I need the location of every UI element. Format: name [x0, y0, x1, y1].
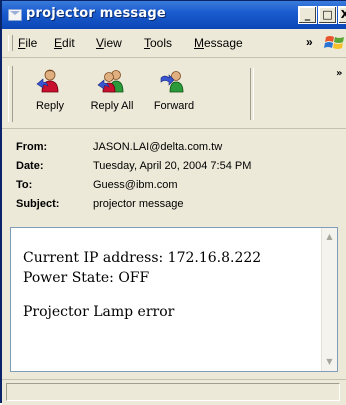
- menu-tools[interactable]: Tools: [144, 36, 172, 50]
- to-value[interactable]: Guess@ibm.com: [93, 179, 178, 191]
- scroll-down-arrow-icon[interactable]: ▼: [324, 355, 335, 369]
- date-label: Date:: [16, 160, 44, 172]
- menu-bar: File Edit View Tools Message »: [2, 29, 346, 58]
- forward-button[interactable]: Forward: [144, 68, 204, 124]
- body-line-ip: Current IP address: 172.16.8.222: [23, 250, 262, 266]
- status-bar: [2, 379, 346, 405]
- menu-file[interactable]: File: [18, 36, 37, 50]
- message-body[interactable]: Current IP address: 172.16.8.222 Power S…: [10, 227, 338, 372]
- toolbar-overflow-chevron[interactable]: »: [336, 68, 342, 79]
- body-line-power: Power State: OFF: [23, 270, 150, 286]
- title-bar[interactable]: projector message _ □ X: [2, 1, 346, 29]
- status-field: [6, 383, 340, 401]
- menu-edit[interactable]: Edit: [54, 36, 75, 50]
- menu-view[interactable]: View: [96, 36, 122, 50]
- subject-value: projector message: [93, 198, 184, 210]
- body-line-lamp: Projector Lamp error: [23, 304, 175, 320]
- forward-icon: [160, 71, 184, 93]
- toolbar-separator: [250, 68, 254, 120]
- date-value: Tuesday, April 20, 2004 7:54 PM: [93, 160, 252, 172]
- message-header: From: JASON.LAI@delta.com.tw Date: Tuesd…: [2, 129, 346, 221]
- message-window: projector message _ □ X File Edit View T…: [0, 0, 346, 405]
- menu-message[interactable]: Message: [194, 36, 243, 50]
- from-value[interactable]: JASON.LAI@delta.com.tw: [93, 141, 222, 153]
- envelope-icon: [8, 9, 22, 21]
- reply-all-icon: [97, 70, 124, 93]
- reply-all-button[interactable]: Reply All: [82, 68, 142, 124]
- menu-overflow-chevron[interactable]: »: [306, 35, 313, 49]
- to-label: To:: [16, 179, 33, 191]
- subject-label: Subject:: [16, 198, 60, 210]
- forward-label: Forward: [153, 100, 195, 112]
- toolbar-grip[interactable]: [8, 66, 13, 122]
- reply-button[interactable]: Reply: [20, 68, 80, 124]
- reply-label: Reply: [35, 100, 65, 112]
- scroll-up-arrow-icon[interactable]: ▲: [324, 230, 335, 244]
- minimize-button[interactable]: _: [298, 6, 317, 24]
- windows-logo-icon: [324, 36, 344, 49]
- maximize-button[interactable]: □: [318, 6, 337, 24]
- from-label: From:: [16, 141, 48, 153]
- close-button[interactable]: X: [338, 6, 346, 24]
- window-title: projector message: [26, 6, 166, 21]
- menu-grip[interactable]: [8, 35, 13, 51]
- toolbar: Reply Reply All Forward »: [2, 58, 346, 129]
- reply-icon: [36, 69, 59, 93]
- vertical-scrollbar[interactable]: ▲ ▼: [321, 228, 337, 371]
- reply-all-label: Reply All: [90, 100, 134, 112]
